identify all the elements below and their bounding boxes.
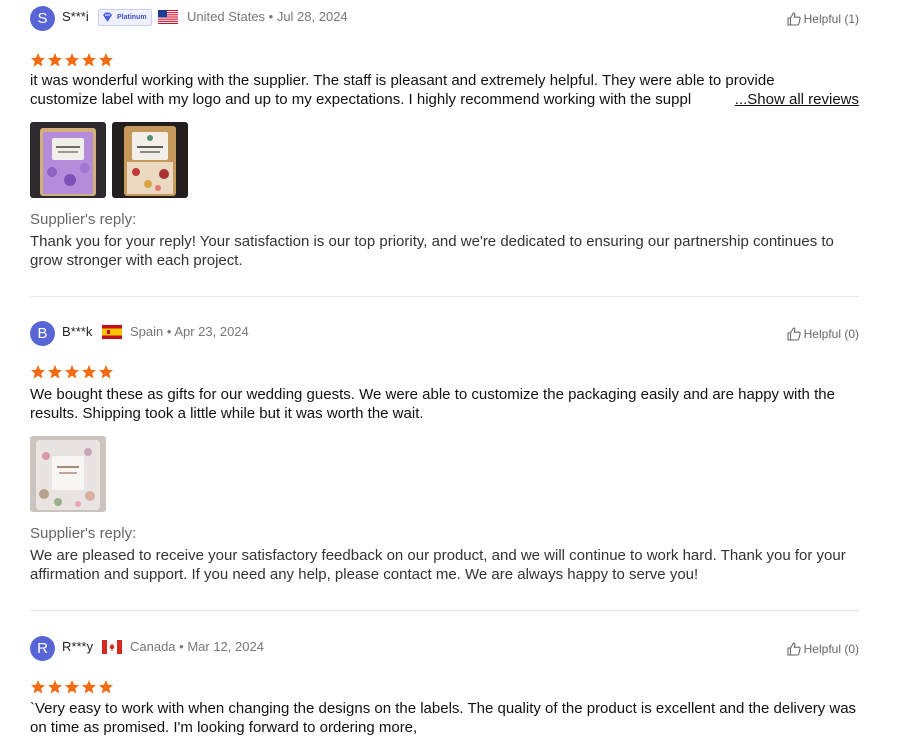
star-icon xyxy=(81,52,97,68)
diamond-icon xyxy=(103,12,112,22)
review-date: Mar 12, 2024 xyxy=(187,639,264,654)
review-item: B B***k Spain • Apr 23, 2024 Helpful (0)… xyxy=(30,321,859,591)
review-meta: Spain • Apr 23, 2024 xyxy=(130,324,249,339)
reviewer-name: R***y xyxy=(62,639,94,654)
divider xyxy=(30,296,859,297)
review-text: `Very easy to work with when changing th… xyxy=(30,700,857,736)
star-icon xyxy=(47,52,63,68)
star-icon xyxy=(47,679,63,695)
supplier-reply-text: We are pleased to receive your satisfact… xyxy=(30,547,846,583)
star-rating xyxy=(30,364,120,380)
star-icon xyxy=(30,364,46,380)
star-icon xyxy=(30,52,46,68)
avatar: S xyxy=(30,6,55,31)
helpful-count: Helpful (0) xyxy=(803,327,859,341)
star-rating xyxy=(30,52,120,68)
helpful-button[interactable]: Helpful (0) xyxy=(787,327,859,341)
star-icon xyxy=(64,52,80,68)
review-text-line: it was wonderful working with the suppli… xyxy=(30,72,775,89)
star-icon xyxy=(98,679,114,695)
review-date: Apr 23, 2024 xyxy=(174,324,249,339)
badge-label: Platinum xyxy=(117,14,147,21)
platinum-badge: Platinum xyxy=(98,9,152,26)
reviewer-name: B***k xyxy=(62,324,93,339)
us-flag-icon xyxy=(158,10,178,24)
star-rating xyxy=(30,679,120,695)
star-icon xyxy=(98,52,114,68)
star-icon xyxy=(47,364,63,380)
thumbs-up-icon xyxy=(787,12,801,26)
star-icon xyxy=(64,679,80,695)
review-meta: United States • Jul 28, 2024 xyxy=(187,9,348,24)
helpful-button[interactable]: Helpful (0) xyxy=(787,642,859,656)
review-meta: Canada • Mar 12, 2024 xyxy=(130,639,264,654)
review-header: B B***k Spain • Apr 23, 2024 Helpful (0) xyxy=(30,321,859,347)
supplier-reply-label: Supplier's reply: xyxy=(30,525,137,542)
thumbs-up-icon xyxy=(787,327,801,341)
avatar: B xyxy=(30,321,55,346)
star-icon xyxy=(64,364,80,380)
review-item: R R***y Canada • Mar 12, 2024 Helpful (0… xyxy=(30,636,859,751)
supplier-reply-label: Supplier's reply: xyxy=(30,211,137,228)
review-text: it was wonderful working with the suppli… xyxy=(30,71,859,109)
reviews-list: S S***i Platinum United States • Jul 28,… xyxy=(0,0,907,751)
review-photo[interactable] xyxy=(112,122,188,198)
country: United States xyxy=(187,9,266,24)
avatar: R xyxy=(30,636,55,661)
review-item: S S***i Platinum United States • Jul 28,… xyxy=(30,6,859,276)
country: Canada xyxy=(130,639,176,654)
review-header: R R***y Canada • Mar 12, 2024 Helpful (0… xyxy=(30,636,859,662)
country: Spain xyxy=(130,324,164,339)
review-text-line: customize label with my logo and up to m… xyxy=(30,91,692,108)
review-photo[interactable] xyxy=(30,122,106,198)
spain-flag-icon xyxy=(102,325,122,339)
review-photo[interactable] xyxy=(30,436,106,512)
divider xyxy=(30,610,859,611)
helpful-count: Helpful (1) xyxy=(803,12,859,26)
review-header: S S***i Platinum United States • Jul 28,… xyxy=(30,6,859,32)
review-text: We bought these as gifts for our wedding… xyxy=(30,386,835,422)
star-icon xyxy=(30,679,46,695)
star-icon xyxy=(81,679,97,695)
star-icon xyxy=(98,364,114,380)
show-all-reviews-link[interactable]: ...Show all reviews xyxy=(734,90,859,109)
star-icon xyxy=(81,364,97,380)
supplier-reply-text: Thank you for your reply! Your satisfact… xyxy=(30,233,834,269)
helpful-count: Helpful (0) xyxy=(803,642,859,656)
review-date: Jul 28, 2024 xyxy=(276,9,348,24)
canada-flag-icon xyxy=(102,640,122,654)
thumbs-up-icon xyxy=(787,642,801,656)
reviewer-name: S***i xyxy=(62,9,89,24)
helpful-button[interactable]: Helpful (1) xyxy=(787,12,859,26)
